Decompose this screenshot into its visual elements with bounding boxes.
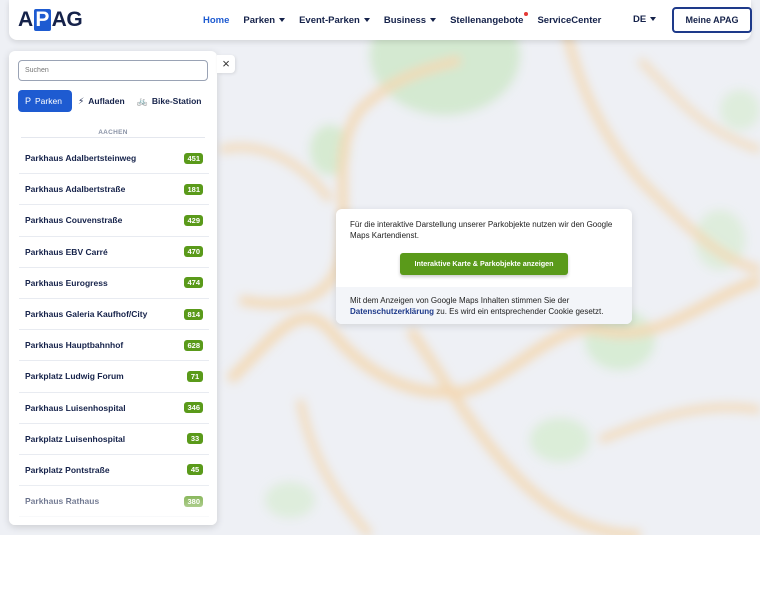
free-spaces-badge: 380 (184, 495, 203, 507)
nav-event-parken-label: Event-Parken (299, 14, 360, 26)
notice-post: zu. Es wird ein entsprechender Cookie ge… (436, 307, 604, 316)
list-item[interactable]: Parkhaus Luisenhospital 346 (19, 393, 209, 424)
free-spaces-badge: 71 (187, 370, 203, 382)
tab-parken-label: Parken (35, 96, 62, 106)
free-spaces-badge: 628 (184, 339, 203, 351)
free-spaces-badge: 346 (184, 402, 203, 414)
nav-parken-label: Parken (243, 14, 276, 26)
parking-name: Parkhaus Eurogress (25, 277, 108, 288)
logo-text-ag: AG (51, 8, 83, 31)
nav-event-parken[interactable]: Event-Parken (299, 15, 370, 26)
parking-sidebar: P Parken ⚡ Aufladen 🚲 Bike-Station AACHE… (9, 51, 217, 525)
notice-pre: Mit dem Anzeigen von Google Maps Inhalte… (350, 296, 570, 305)
list-item[interactable]: Parkhaus Galeria Kaufhof/City 814 (19, 299, 209, 331)
nav-business-label: Business (383, 14, 427, 26)
parking-name: Parkhaus Rathaus (25, 496, 100, 507)
parking-name: Parkhaus Couvenstraße (25, 215, 123, 226)
parking-name: Parkhaus Galeria Kaufhof/City (25, 309, 148, 320)
list-item[interactable]: Parkhaus Couvenstraße 429 (19, 205, 209, 237)
apag-logo[interactable]: A P AG (18, 7, 83, 33)
language-label: DE (633, 14, 647, 25)
tab-bike-station-label: Bike-Station (151, 96, 202, 106)
notification-dot-icon (524, 11, 529, 16)
list-item[interactable]: Parkplatz Ludwig Forum 71 (19, 361, 209, 393)
chevron-down-icon (650, 17, 657, 22)
parking-list: Parkhaus Adalbertsteinweg 451 Parkhaus Ada… (19, 143, 209, 518)
list-item[interactable]: Parkhaus Adalbertsteinweg 451 (19, 143, 209, 175)
site-header: A P AG Home Parken Event-Parken Business S… (9, 0, 752, 40)
privacy-link[interactable]: Datenschutzerklärung (350, 307, 434, 316)
parking-name: Parkplatz Luisenhospital (25, 433, 126, 444)
nav-business[interactable]: Business (383, 14, 437, 26)
nav-home[interactable]: Home (203, 15, 229, 26)
bike-icon: 🚲 (136, 95, 148, 106)
parking-name: Parkhaus Luisenhospital (25, 402, 126, 413)
free-spaces-badge: 429 (184, 214, 203, 226)
parking-icon: P (25, 96, 32, 106)
parking-name: Parkplatz Ludwig Forum (25, 371, 124, 382)
list-item[interactable]: Parkplatz Luisenhospital 33 (19, 424, 209, 455)
chevron-down-icon (279, 17, 286, 22)
tab-bike-station[interactable]: 🚲 Bike-Station (137, 90, 202, 112)
tab-aufladen-label: Aufladen (88, 96, 125, 106)
parking-name: Parkplatz Pontstraße (25, 464, 110, 475)
list-item[interactable]: Parkhaus EBV Carré 470 (19, 237, 209, 268)
show-map-button[interactable]: Interaktive Karte & Parkobjekte anzeigen (400, 253, 568, 275)
meine-apag-button[interactable]: Meine APAG (672, 7, 752, 33)
free-spaces-badge: 814 (184, 308, 203, 320)
list-item[interactable]: Parkhaus Eurogress 474 (19, 268, 209, 299)
list-item[interactable]: Parkplatz Pontstraße 45 (19, 455, 209, 487)
logo-text-p: P (33, 8, 51, 31)
consent-intro: Für die interaktive Darstellung unserer … (350, 220, 613, 240)
close-icon[interactable]: × (217, 55, 235, 73)
free-spaces-badge: 33 (187, 433, 203, 445)
free-spaces-badge: 45 (187, 464, 203, 476)
consent-notice: Mit dem Anzeigen von Google Maps Inhalte… (336, 287, 632, 324)
logo-text-a: A (18, 8, 33, 31)
section-title: AACHEN (98, 129, 128, 136)
charging-icon: ⚡ (77, 95, 85, 106)
parking-name: Parkhaus Adalbertsteinweg (25, 153, 137, 164)
language-selector[interactable]: DE (633, 14, 657, 25)
category-tabs: P Parken ⚡ Aufladen 🚲 Bike-Station (18, 90, 213, 112)
section-divider (21, 137, 205, 138)
tab-aufladen[interactable]: ⚡ Aufladen (78, 90, 125, 112)
chevron-down-icon (430, 17, 437, 22)
maps-consent-box: Für die interaktive Darstellung unserer … (336, 209, 632, 324)
consent-notice-text: Mit dem Anzeigen von Google Maps Inhalte… (350, 295, 620, 317)
nav-servicecenter-label: ServiceCenter (537, 14, 602, 26)
tab-parken[interactable]: P Parken (18, 90, 72, 112)
parking-name: Parkhaus Adalbertstraße (25, 184, 126, 195)
list-item[interactable]: Parkhaus Hauptbahnhof 628 (19, 330, 209, 362)
free-spaces-badge: 470 (184, 246, 203, 258)
nav-stellenangebote[interactable]: Stellenangebote (450, 11, 529, 26)
parking-name: Parkhaus EBV Carré (25, 246, 108, 257)
free-spaces-badge: 474 (184, 277, 203, 289)
nav-servicecenter[interactable]: ServiceCenter (537, 15, 601, 26)
free-spaces-badge: 181 (184, 183, 203, 195)
search-input[interactable] (18, 60, 208, 81)
nav-stellenangebote-label: Stellenangebote (450, 14, 524, 26)
list-item[interactable]: Parkhaus Rathaus 380 (19, 486, 209, 518)
main-nav: Home Parken Event-Parken Business Stelle… (203, 0, 615, 40)
free-spaces-badge: 451 (184, 152, 203, 164)
parking-name: Parkhaus Hauptbahnhof (25, 340, 124, 351)
nav-home-label: Home (203, 14, 230, 26)
nav-parken[interactable]: Parken (243, 14, 286, 26)
list-item[interactable]: Parkhaus Adalbertstraße 181 (19, 174, 209, 206)
chevron-down-icon (363, 17, 370, 22)
